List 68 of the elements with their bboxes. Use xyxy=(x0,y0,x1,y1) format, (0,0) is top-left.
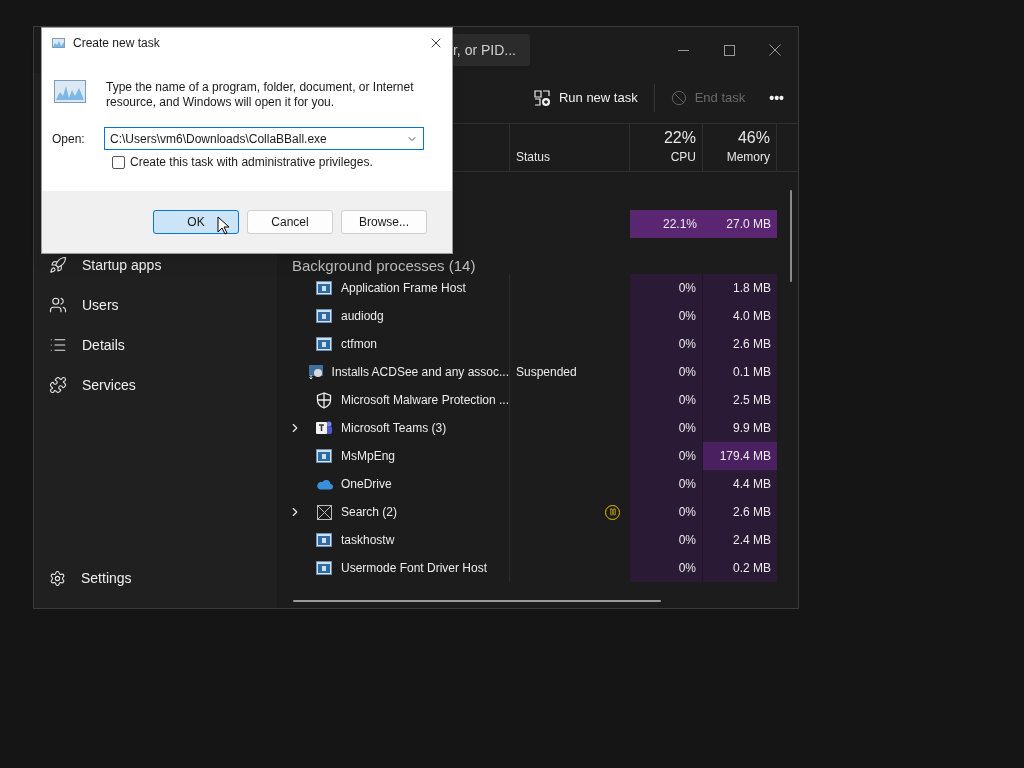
process-row[interactable]: audiodg 0% 4.0 MB xyxy=(277,302,798,330)
status-text: Suspended xyxy=(516,364,577,381)
table-cell: 2.6 MB xyxy=(703,498,777,526)
process-row[interactable]: OneDrive 0% 4.4 MB xyxy=(277,470,798,498)
group-header: Background processes (14) xyxy=(292,258,476,274)
run-new-task-button[interactable]: Run new task xyxy=(525,88,646,108)
dialog-button[interactable]: Cancel xyxy=(247,210,333,234)
table-cell: 0% xyxy=(630,358,703,386)
column-header[interactable]: Memory xyxy=(726,148,770,166)
table-cell: 2.5 MB xyxy=(703,386,777,414)
process-name: MsMpEng xyxy=(341,448,396,465)
process-row[interactable]: Usermode Font Driver Host 0% 0.2 MB xyxy=(277,554,798,582)
memory-total: 46% xyxy=(737,128,770,148)
table-cell: 179.4 MB xyxy=(703,442,777,470)
process-name: audiodg xyxy=(341,308,384,325)
table-cell: 0% xyxy=(630,498,703,526)
dialog-description: Type the name of a program, folder, document, or Internet resource, and Windows will open it for you. xyxy=(106,80,415,110)
table-cell: 0% xyxy=(630,386,703,414)
process-row[interactable]: Installs ACDSee and any assoc... Suspended 0% 0.1 MB xyxy=(277,358,798,386)
process-name: OneDrive xyxy=(341,476,392,493)
process-name: ctfmon xyxy=(341,336,377,353)
process-row[interactable]: Search (2) 0% 2.6 MB xyxy=(277,498,798,526)
process-row[interactable]: Microsoft Malware Protection ... 0% 2.5 MB xyxy=(277,386,798,414)
column-header[interactable]: CPU xyxy=(670,148,696,166)
table-cell: 0% xyxy=(630,274,703,302)
table-cell: 4.4 MB xyxy=(703,470,777,498)
table-cell: 0% xyxy=(630,330,703,358)
table-cell: 0% xyxy=(630,554,703,582)
more-button[interactable]: ••• xyxy=(769,87,784,109)
process-row[interactable]: Microsoft Teams (3) 0% 9.9 MB xyxy=(277,414,798,442)
open-combobox[interactable]: C:\Users\vm6\Downloads\CollaBBall.exe xyxy=(104,127,424,150)
table-cell: 2.4 MB xyxy=(703,526,777,554)
table-cell: 0.2 MB xyxy=(703,554,777,582)
table-cell: 1.8 MB xyxy=(703,274,777,302)
dialog-button[interactable]: OK xyxy=(153,210,239,234)
process-name: Usermode Font Driver Host xyxy=(341,560,488,577)
table-cell: 4.0 MB xyxy=(703,302,777,330)
dialog-title: Create new task xyxy=(73,35,160,52)
process-row[interactable]: Application Frame Host 0% 1.8 MB xyxy=(277,274,798,302)
process-name: Search (2) xyxy=(341,504,398,521)
open-label: Open: xyxy=(52,130,86,148)
process-name: taskhostw xyxy=(341,532,395,549)
dialog-button[interactable]: Browse... xyxy=(341,210,427,234)
table-cell: 0% xyxy=(630,414,703,442)
table-cell: 9.9 MB xyxy=(703,414,777,442)
table-cell: 0% xyxy=(630,442,703,470)
process-row[interactable]: MsMpEng 0% 179.4 MB xyxy=(277,442,798,470)
table-cell: 27.0 MB xyxy=(703,210,777,238)
process-name: Installs ACDSee and any assoc... xyxy=(331,364,509,381)
sidebar-item[interactable]: Users xyxy=(49,285,277,325)
checkbox-label: Create this task with administrative privileges. xyxy=(130,154,373,171)
table-cell: 0.1 MB xyxy=(703,358,777,386)
table-cell: 22.1% xyxy=(630,210,703,238)
process-name: Microsoft Teams (3) xyxy=(341,420,447,437)
cpu-total: 22% xyxy=(663,128,696,148)
table-cell: 0% xyxy=(630,526,703,554)
process-name: Application Frame Host xyxy=(341,280,466,297)
table-cell: 2.6 MB xyxy=(703,330,777,358)
settings-item[interactable]: Settings xyxy=(49,558,277,598)
sidebar-item[interactable]: Services xyxy=(49,365,277,405)
process-row[interactable]: ctfmon 0% 2.6 MB xyxy=(277,330,798,358)
process-name: Microsoft Malware Protection ... xyxy=(340,392,509,409)
process-row[interactable]: taskhostw 0% 2.4 MB xyxy=(277,526,798,554)
table-cell: 0% xyxy=(630,302,703,330)
sidebar-item[interactable]: Startup apps xyxy=(49,245,277,285)
table-cell: 0% xyxy=(630,470,703,498)
column-header[interactable]: Status xyxy=(516,148,551,166)
sidebar-item[interactable]: Details xyxy=(49,325,277,365)
